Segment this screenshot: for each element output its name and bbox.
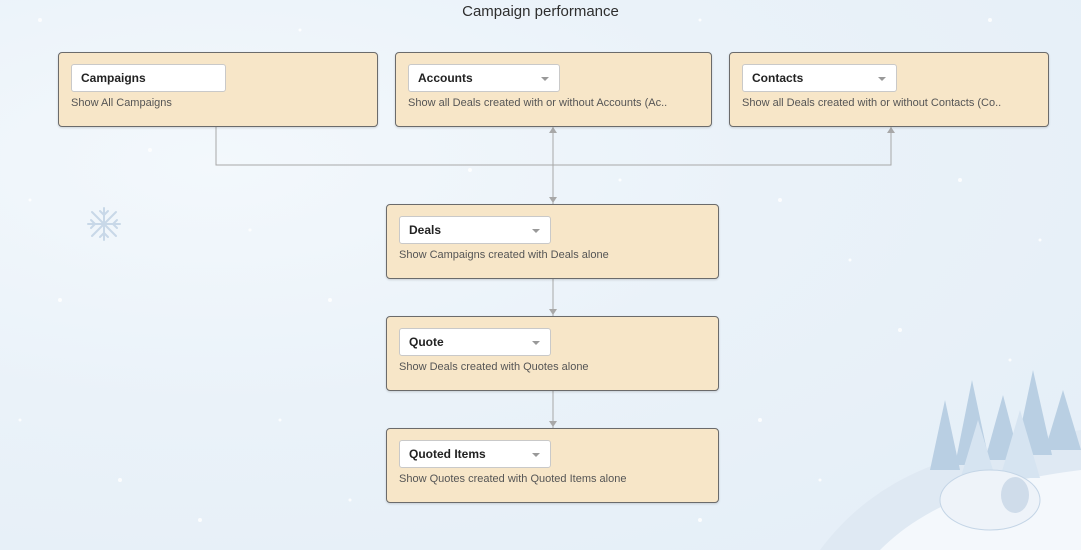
module-label: Quoted Items — [409, 447, 486, 461]
chevron-down-icon — [541, 77, 549, 81]
module-name-campaigns[interactable]: Campaigns — [71, 64, 226, 92]
module-box-campaigns[interactable]: Campaigns Show All Campaigns — [58, 52, 378, 127]
module-label: Campaigns — [81, 71, 146, 85]
chevron-down-icon — [878, 77, 886, 81]
module-select-accounts[interactable]: Accounts — [408, 64, 560, 92]
module-description: Show Quotes created with Quoted Items al… — [399, 473, 627, 485]
module-label: Deals — [409, 223, 442, 237]
module-label: Accounts — [418, 71, 473, 85]
module-box-accounts[interactable]: Accounts Show all Deals created with or … — [395, 52, 712, 127]
module-select-deals[interactable]: Deals — [399, 216, 551, 244]
snowflake-icon — [87, 207, 121, 241]
module-description: Show all Deals created with or without A… — [408, 97, 668, 109]
module-description: Show All Campaigns — [71, 97, 172, 109]
report-relationship-canvas: Campaign performance Campaigns Show All … — [0, 0, 1081, 550]
page-title: Campaign performance — [462, 3, 619, 20]
module-box-contacts[interactable]: Contacts Show all Deals created with or … — [729, 52, 1049, 127]
chevron-down-icon — [532, 341, 540, 345]
module-description: Show all Deals created with or without C… — [742, 97, 1002, 109]
chevron-down-icon — [532, 453, 540, 457]
module-description: Show Deals created with Quotes alone — [399, 361, 589, 373]
module-box-quoted-items[interactable]: Quoted Items Show Quotes created with Qu… — [386, 428, 719, 503]
module-description: Show Campaigns created with Deals alone — [399, 249, 609, 261]
chevron-down-icon — [532, 229, 540, 233]
module-select-contacts[interactable]: Contacts — [742, 64, 897, 92]
module-select-quoted-items[interactable]: Quoted Items — [399, 440, 551, 468]
module-box-quote[interactable]: Quote Show Deals created with Quotes alo… — [386, 316, 719, 391]
module-box-deals[interactable]: Deals Show Campaigns created with Deals … — [386, 204, 719, 279]
module-select-quote[interactable]: Quote — [399, 328, 551, 356]
module-label: Quote — [409, 335, 444, 349]
module-label: Contacts — [752, 71, 804, 85]
